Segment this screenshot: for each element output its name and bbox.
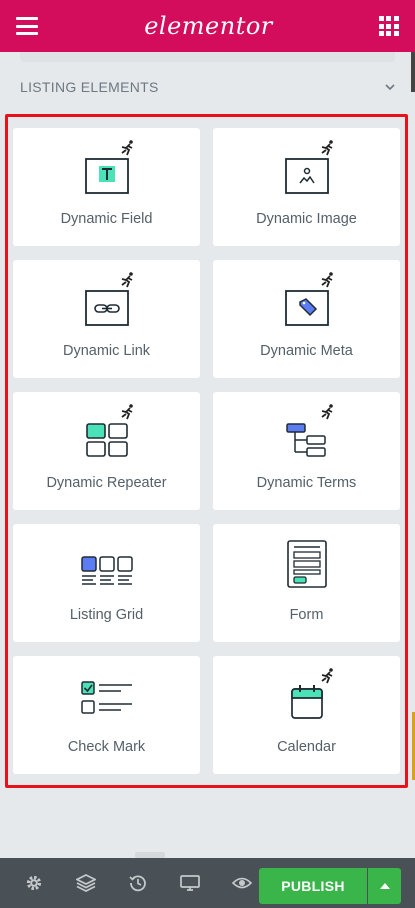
widget-label: Dynamic Link — [62, 343, 151, 359]
chevron-down-icon[interactable] — [385, 82, 395, 92]
panel-footer: PUBLISH — [0, 858, 415, 908]
layers-icon[interactable] — [60, 858, 112, 908]
calendar-icon — [279, 680, 335, 724]
section-title: LISTING ELEMENTS — [20, 79, 159, 95]
publish-group: PUBLISH — [259, 868, 401, 904]
dynamic-meta-icon — [279, 286, 335, 330]
form-icon — [279, 538, 335, 590]
widget-dynamic-repeater[interactable]: Dynamic Repeater — [13, 392, 200, 510]
runner-icon — [321, 404, 333, 420]
widget-label: Dynamic Meta — [260, 343, 353, 359]
responsive-icon[interactable] — [164, 858, 216, 908]
check-mark-icon — [79, 676, 135, 720]
widget-label: Calendar — [277, 739, 336, 755]
grid-icon[interactable] — [378, 16, 399, 36]
widget-form[interactable]: Form — [213, 524, 400, 642]
settings-icon[interactable] — [8, 858, 60, 908]
widget-label: Dynamic Terms — [256, 475, 357, 491]
dynamic-terms-icon — [279, 418, 335, 462]
runner-icon — [321, 272, 333, 288]
dynamic-image-icon — [279, 154, 335, 198]
widget-calendar[interactable]: Calendar — [213, 656, 400, 774]
dynamic-repeater-icon — [79, 418, 135, 462]
runner-icon — [321, 668, 333, 684]
listing-grid-icon — [79, 550, 135, 594]
widget-label: Dynamic Field — [60, 211, 153, 227]
publish-button[interactable]: PUBLISH — [259, 868, 367, 904]
hamburger-icon[interactable] — [16, 17, 38, 35]
runner-icon — [121, 272, 133, 288]
dynamic-link-icon — [79, 286, 135, 330]
widget-check-mark[interactable]: Check Mark — [13, 656, 200, 774]
elementor-logo: elementor — [144, 12, 273, 40]
widget-dynamic-field[interactable]: Dynamic Field — [13, 128, 200, 246]
widget-dynamic-terms[interactable]: Dynamic Terms — [213, 392, 400, 510]
runner-icon — [321, 140, 333, 156]
widget-dynamic-link[interactable]: Dynamic Link — [13, 260, 200, 378]
runner-icon — [121, 404, 133, 420]
widget-label: Form — [289, 607, 324, 623]
scroll-shadow — [20, 52, 395, 62]
widget-label: Dynamic Repeater — [46, 475, 167, 491]
widget-dynamic-image[interactable]: Dynamic Image — [213, 128, 400, 246]
widget-label: Dynamic Image — [256, 211, 357, 227]
caret-up-icon — [379, 883, 390, 889]
widget-label: Check Mark — [67, 739, 146, 755]
history-icon[interactable] — [112, 858, 164, 908]
dynamic-field-icon — [79, 154, 135, 198]
publish-options-button[interactable] — [368, 868, 401, 904]
widget-label: Listing Grid — [69, 607, 144, 623]
listing-elements-section-header[interactable]: LISTING ELEMENTS — [0, 68, 415, 106]
widget-listing-grid[interactable]: Listing Grid — [13, 524, 200, 642]
runner-icon — [121, 140, 133, 156]
widget-grid: Dynamic Field Dynamic Image Dynamic Link… — [13, 128, 400, 774]
widget-dynamic-meta[interactable]: Dynamic Meta — [213, 260, 400, 378]
app-header: elementor — [0, 0, 415, 52]
